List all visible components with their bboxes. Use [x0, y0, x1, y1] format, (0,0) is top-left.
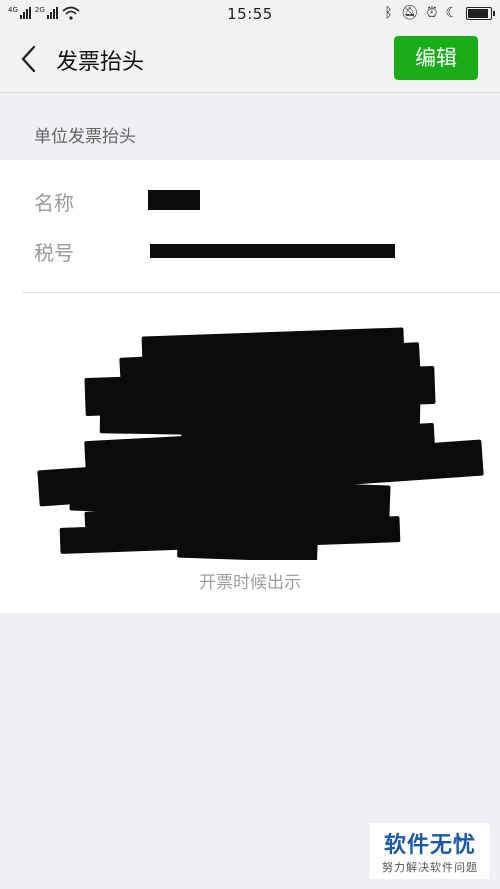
moon-icon: ☾ — [445, 5, 458, 21]
invoice-title-card: 名称 税号 开票时候出示 — [0, 160, 500, 613]
page-title: 发票抬头 — [56, 50, 145, 75]
bell-muted-icon: 🔕︎ — [400, 5, 419, 21]
tax-number-label: 税号 — [34, 241, 74, 265]
status-icons: ᛒ 🔕︎ ⏰︎ ☾ — [384, 5, 495, 21]
navigation-bar: 发票抬头 编辑 — [0, 28, 500, 93]
tax-number-redaction — [150, 244, 395, 258]
bluetooth-icon: ᛒ — [384, 5, 393, 21]
back-button[interactable] — [14, 42, 44, 76]
alarm-icon: ⏰︎ — [426, 5, 438, 21]
edit-button[interactable]: 编辑 — [394, 36, 478, 80]
chevron-left-icon — [21, 45, 36, 73]
name-row: 名称 — [34, 187, 74, 216]
name-redaction — [148, 190, 200, 210]
tax-number-row: 税号 — [34, 237, 74, 266]
watermark-logo: 软件无忧 努力解决软件问题 — [370, 823, 490, 879]
watermark-subtitle: 努力解决软件问题 — [382, 861, 478, 874]
qr-code-redaction — [30, 320, 490, 560]
battery-icon — [466, 6, 495, 20]
show-on-invoice-caption: 开票时候出示 — [199, 573, 301, 593]
name-label: 名称 — [34, 191, 74, 215]
divider — [22, 292, 500, 293]
watermark-title: 软件无忧 — [383, 833, 476, 858]
status-bar: 4G 2G 15:55 ᛒ 🔕︎ ⏰︎ ☾ — [0, 0, 500, 28]
section-header: 单位发票抬头 — [34, 127, 136, 147]
